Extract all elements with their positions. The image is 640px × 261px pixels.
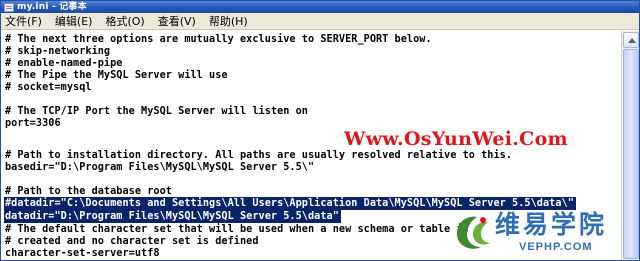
arrow-up-icon <box>628 38 636 43</box>
menu-view[interactable]: 查看(V) <box>152 13 203 30</box>
editor-line-selected: #datadir="C:\Documents and Settings\All … <box>4 197 576 210</box>
menu-edit[interactable]: 编辑(E) <box>49 13 100 30</box>
editor-line: basedir="D:\Program Files\MySQL\MySQL Se… <box>5 162 315 173</box>
editor-line: port=3306 <box>5 118 61 129</box>
vephp-chinese-name: 维易学院 <box>495 210 608 239</box>
scroll-up-button[interactable] <box>623 32 639 48</box>
vertical-scrollbar[interactable] <box>621 31 639 260</box>
editor-line: character-set-server=utf8 <box>5 248 160 259</box>
vephp-watermark: 维易学院 VEPHP.COM <box>453 210 623 260</box>
vephp-domain: VEPHP.COM <box>519 241 593 253</box>
osyunwei-watermark: Www.OsYunWei.Com <box>344 128 568 150</box>
menu-format[interactable]: 格式(O) <box>99 13 151 30</box>
menu-help[interactable]: 帮助(H) <box>203 13 255 30</box>
editor-line-selected: datadir="D:\Program Files\MySQL\MySQL Se… <box>4 210 341 223</box>
scroll-thumb[interactable] <box>623 49 639 259</box>
notepad-window: my.ini - 记事本 文件(F) 编辑(E) 格式(O) 查看(V) 帮助(… <box>0 0 640 261</box>
title-bar[interactable]: my.ini - 记事本 <box>1 1 639 13</box>
menu-bar: 文件(F) 编辑(E) 格式(O) 查看(V) 帮助(H) <box>1 13 639 30</box>
menu-file[interactable]: 文件(F) <box>1 13 49 30</box>
editor-line: # socket=mysql <box>5 82 92 93</box>
vephp-logo-icon <box>457 216 490 249</box>
window-title: my.ini - 记事本 <box>17 2 87 12</box>
notepad-icon <box>4 2 14 12</box>
